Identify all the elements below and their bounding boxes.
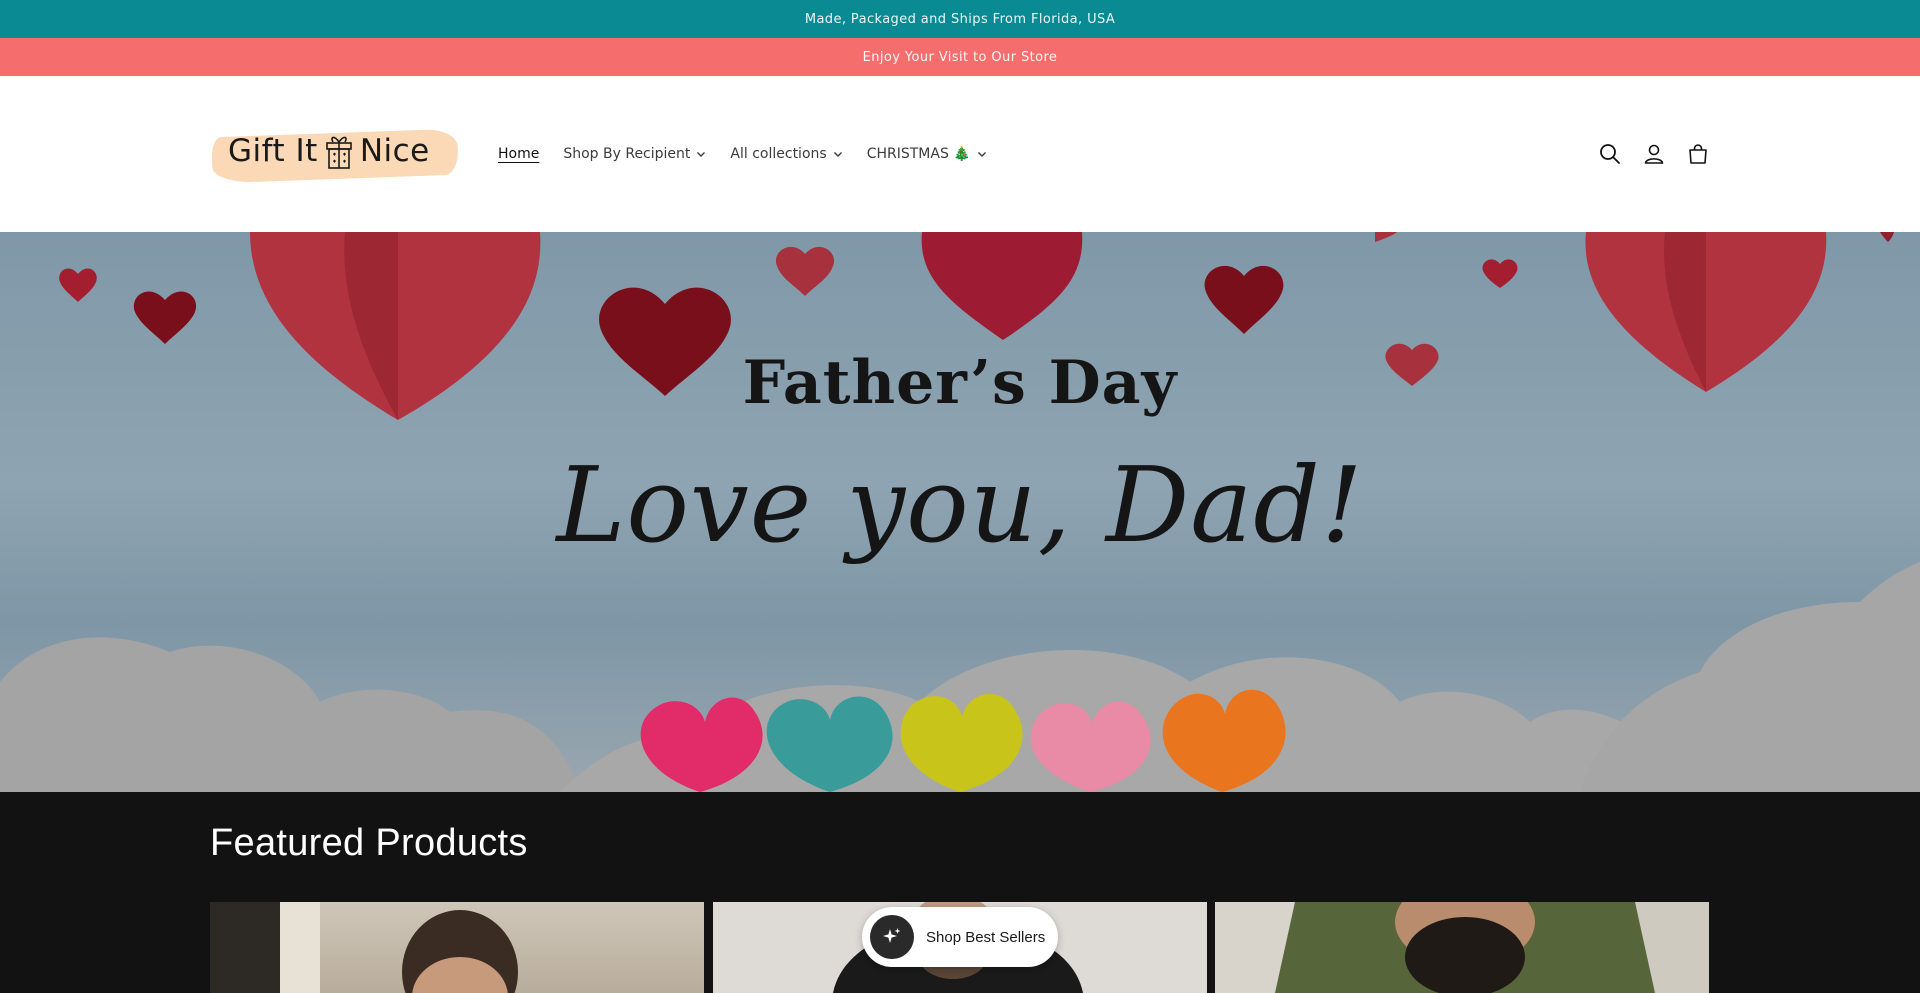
product-image bbox=[210, 902, 518, 993]
nav-label-home: Home bbox=[498, 146, 540, 162]
header-icons bbox=[1598, 142, 1710, 166]
main-navigation: Home Shop By Recipient All collections C… bbox=[498, 146, 987, 162]
account-icon[interactable] bbox=[1642, 142, 1666, 166]
chevron-down-icon bbox=[833, 152, 842, 157]
announcement-bar-top: Made, Packaged and Ships From Florida, U… bbox=[0, 0, 1920, 38]
nav-label-christmas: CHRISTMAS 🎄 bbox=[866, 146, 971, 162]
logo-text-left: Gift It bbox=[228, 133, 318, 169]
nav-label-all-collections: All collections bbox=[730, 146, 827, 162]
nav-item-christmas[interactable]: CHRISTMAS 🎄 bbox=[867, 146, 987, 162]
nav-label-shop-by-recipient: Shop By Recipient bbox=[563, 146, 691, 162]
site-header: Gift It Nice Home Shop By Recipient All … bbox=[0, 76, 1920, 232]
nav-item-all-collections[interactable]: All collections bbox=[730, 146, 842, 162]
announcement-bar-second: Enjoy Your Visit to Our Store bbox=[0, 38, 1920, 76]
shop-best-sellers-button[interactable]: Shop Best Sellers bbox=[862, 907, 1058, 967]
chevron-down-icon bbox=[697, 152, 706, 157]
announcement-text-second: Enjoy Your Visit to Our Store bbox=[862, 49, 1058, 65]
search-icon[interactable] bbox=[1598, 142, 1622, 166]
featured-heading: Featured Products bbox=[210, 822, 528, 864]
nav-item-shop-by-recipient[interactable]: Shop By Recipient bbox=[563, 146, 706, 162]
logo-text-right: Nice bbox=[359, 133, 430, 169]
hero-banner[interactable]: Father’s Day Love you, Dad! bbox=[0, 232, 1920, 792]
cart-icon[interactable] bbox=[1686, 142, 1710, 166]
store-logo[interactable]: Gift It Nice bbox=[210, 119, 460, 189]
nav-item-home[interactable]: Home bbox=[498, 146, 539, 162]
hero-subtitle: Love you, Dad! bbox=[556, 444, 1364, 566]
product-card[interactable] bbox=[210, 902, 704, 993]
chevron-down-icon bbox=[977, 152, 986, 157]
product-image bbox=[1215, 902, 1709, 993]
announcement-text-top: Made, Packaged and Ships From Florida, U… bbox=[804, 11, 1116, 27]
gift-box-icon bbox=[324, 134, 354, 169]
hero-title: Father’s Day bbox=[742, 348, 1178, 418]
shop-best-sellers-label: Shop Best Sellers bbox=[926, 928, 1046, 946]
sparkle-icon bbox=[870, 915, 914, 959]
product-card[interactable] bbox=[1215, 902, 1709, 993]
